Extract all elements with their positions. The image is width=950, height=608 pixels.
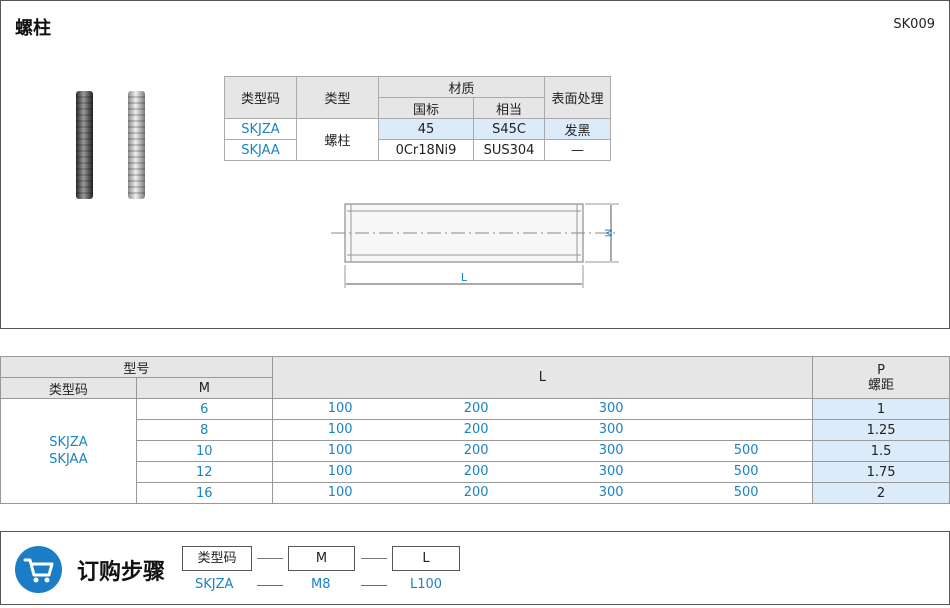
- p-value: 2: [812, 482, 950, 504]
- l-value: 100: [327, 401, 353, 416]
- l-value: 300: [598, 464, 624, 479]
- l-value: 100: [327, 422, 353, 437]
- l-value: 500: [733, 485, 759, 500]
- table-row: 8 100 200 300 1.25: [1, 419, 950, 441]
- col-p-label: P: [877, 362, 885, 378]
- table-row: 12 100 200 300 500 1.75: [1, 461, 950, 483]
- l-value: 100: [327, 464, 353, 479]
- spec-table: 类型码 类型 材质 表面处理 国标 相当 SKJZA 螺柱 45 S45C 发黑…: [224, 76, 611, 161]
- col-type-code: 类型码: [0, 377, 137, 399]
- cart-icon: [15, 546, 62, 593]
- l-values: 100 200 300 500: [271, 482, 814, 504]
- l-value: 300: [598, 443, 624, 458]
- l-value: 300: [598, 401, 624, 416]
- spec-row: SKJAA 0Cr18Ni9 SUS304 —: [224, 139, 611, 161]
- spec-row: SKJZA 螺柱 45 S45C 发黑: [224, 118, 611, 161]
- p-value: 1: [812, 398, 950, 420]
- spec-national: 0Cr18Ni9: [378, 139, 474, 161]
- l-value: 200: [463, 422, 489, 437]
- l-value: 300: [598, 485, 624, 500]
- table-row: 10 100 200 300 500 1.5: [1, 440, 950, 462]
- order-dash: [361, 558, 387, 559]
- l-values: 100 200 300: [271, 398, 814, 420]
- spec-code: SKJZA: [224, 118, 297, 140]
- p-value: 1.75: [812, 461, 950, 483]
- l-values: 100 200 300 500: [271, 461, 814, 483]
- l-value: 100: [327, 443, 353, 458]
- spec-equivalent: S45C: [473, 118, 545, 140]
- l-value: 200: [463, 401, 489, 416]
- product-panel: 螺柱 SK009 类型码 类型 材质 表面处理 国标 相当 SKJZA 螺柱 4…: [0, 0, 950, 329]
- selection-table: 型号 L P 螺距 类型码 M SKJZA SKJAA 6 100 200 30…: [0, 356, 950, 504]
- l-values: 100 200 300 500: [271, 440, 814, 462]
- col-l: L: [271, 356, 814, 399]
- col-m: M: [135, 377, 273, 399]
- spec-surface: —: [544, 139, 611, 161]
- m-value: 10: [135, 440, 273, 462]
- col-type: 类型: [296, 76, 379, 119]
- table-row: 16 100 200 300 500 2: [1, 482, 950, 504]
- l-value: 300: [598, 422, 624, 437]
- spec-national: 45: [378, 118, 474, 140]
- l-value: 200: [463, 464, 489, 479]
- l-value: 100: [327, 485, 353, 500]
- col-national: 国标: [378, 97, 474, 119]
- spec-code: SKJAA: [224, 139, 297, 161]
- page-title: 螺柱: [15, 18, 51, 39]
- spec-surface: 发黑: [544, 118, 611, 140]
- col-p: P 螺距: [812, 356, 950, 399]
- m-value: 6: [135, 398, 273, 420]
- product-code: SK009: [893, 17, 935, 32]
- drawing-m-label: M: [602, 229, 613, 238]
- product-photo: [76, 91, 145, 199]
- order-box-type-code: 类型码: [182, 546, 252, 571]
- order-steps: 订购步骤 类型码 M L SKJZA M8 L100: [0, 531, 950, 605]
- l-value: 200: [463, 443, 489, 458]
- l-values: 100 200 300: [271, 419, 814, 441]
- spec-equivalent: SUS304: [473, 139, 545, 161]
- drawing-l-label: L: [461, 271, 468, 284]
- order-dash: [361, 585, 387, 586]
- order-dash: [257, 585, 283, 586]
- order-box-m: M: [288, 546, 355, 571]
- col-p-sub: 螺距: [868, 377, 895, 393]
- type-codes: SKJZA SKJAA: [0, 398, 137, 504]
- p-value: 1.5: [812, 440, 950, 462]
- m-value: 16: [135, 482, 273, 504]
- col-type-code: 类型码: [224, 76, 297, 119]
- stud-drawing: M L: [331, 203, 619, 288]
- m-value: 12: [135, 461, 273, 483]
- l-value: 500: [733, 443, 759, 458]
- order-value-l: L100: [410, 577, 443, 592]
- order-dash: [257, 558, 283, 559]
- order-value-type-code: SKJZA: [195, 577, 234, 592]
- col-equivalent: 相当: [473, 97, 545, 119]
- order-title: 订购步骤: [77, 560, 166, 585]
- table-row: SKJZA SKJAA 6 100 200 300 1: [0, 398, 950, 504]
- col-material: 材质: [378, 76, 545, 98]
- type-code: SKJZA: [49, 435, 88, 450]
- l-value: 200: [463, 485, 489, 500]
- col-surface: 表面处理: [544, 76, 611, 119]
- type-code: SKJAA: [49, 452, 88, 467]
- l-value: 500: [733, 464, 759, 479]
- col-model: 型号: [0, 356, 273, 378]
- m-value: 8: [135, 419, 273, 441]
- order-value-m: M8: [311, 577, 331, 592]
- spec-type: 螺柱: [296, 118, 379, 161]
- order-box-l: L: [392, 546, 460, 571]
- p-value: 1.25: [812, 419, 950, 441]
